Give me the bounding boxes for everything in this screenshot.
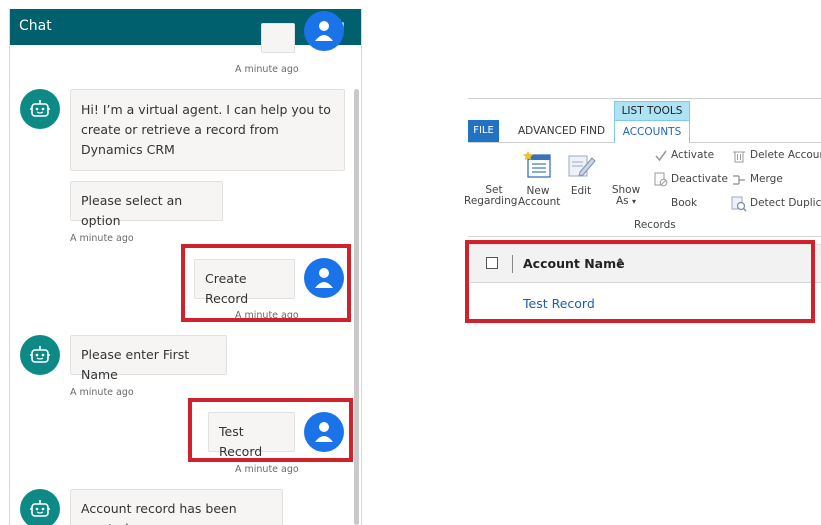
previous-message-bubble — [261, 23, 295, 53]
bot-message-bubble: Please enter First Name — [70, 335, 227, 382]
user-avatar — [304, 11, 344, 51]
records-group-label: Records — [634, 219, 676, 231]
bot-message-bubble: Please select an option — [70, 181, 223, 228]
tab-accounts[interactable]: ACCOUNTS — [614, 120, 690, 143]
bot-avatar — [20, 89, 60, 129]
chat-scrollbar[interactable] — [354, 89, 359, 525]
ribbon-top-border — [468, 98, 821, 99]
delete-account-label: Delete Account — [750, 149, 821, 161]
highlight-test-record — [188, 398, 353, 462]
deactivate-icon — [654, 172, 668, 187]
book-label: Book — [671, 197, 698, 209]
activate-button[interactable]: Activate — [652, 148, 728, 164]
ribbon-bottom-border — [468, 236, 821, 237]
tab-file[interactable]: FILE — [468, 120, 499, 142]
message-timestamp: A minute ago — [70, 387, 134, 398]
message-timestamp: A minute ago — [70, 233, 134, 244]
tab-advanced-find[interactable]: ADVANCED FIND — [518, 125, 605, 137]
bot-avatar — [20, 489, 60, 525]
set-regarding-label-2: Regarding — [464, 195, 518, 207]
chevron-down-icon: ▾ — [631, 197, 636, 206]
check-icon — [655, 150, 667, 162]
trash-icon — [733, 151, 745, 163]
show-as-button[interactable]: Show As ▾ — [608, 184, 644, 210]
deactivate-button[interactable]: Deactivate — [652, 172, 728, 188]
edit-label: Edit — [570, 185, 592, 197]
merge-icon — [733, 175, 745, 185]
edit-button[interactable]: Edit — [564, 150, 598, 200]
edit-icon — [568, 155, 596, 177]
set-regarding-button[interactable]: Set Regarding — [464, 182, 518, 208]
bot-message-bubble: Hi! I’m a virtual agent. I can help you … — [70, 89, 345, 171]
highlight-create-record — [181, 244, 351, 322]
highlight-account-grid — [465, 240, 815, 323]
activate-label: Activate — [671, 149, 715, 161]
show-as-label-2: As ▾ — [615, 195, 636, 207]
list-tools-group: LIST TOOLS — [614, 101, 690, 121]
deactivate-label: Deactivate — [671, 173, 729, 185]
chat-title: Chat — [19, 18, 52, 34]
new-account-label-2: Account — [518, 196, 561, 208]
bot-avatar — [20, 335, 60, 375]
new-account-icon — [523, 151, 551, 178]
delete-account-button[interactable]: Delete Account — [730, 148, 821, 164]
message-timestamp: A minute ago — [235, 64, 299, 75]
book-button[interactable]: Book — [652, 196, 728, 212]
merge-button[interactable]: Merge — [730, 172, 821, 188]
message-timestamp: A minute ago — [235, 464, 299, 475]
new-account-button[interactable]: New Account — [518, 150, 561, 210]
merge-label: Merge — [750, 173, 783, 185]
detect-duplicates-icon — [731, 196, 747, 212]
detect-duplicates-label: Detect Duplicates — [750, 197, 821, 209]
detect-duplicates-button[interactable]: Detect Duplicates — [730, 196, 821, 212]
bot-message-bubble: Account record has been created. — [70, 489, 283, 525]
